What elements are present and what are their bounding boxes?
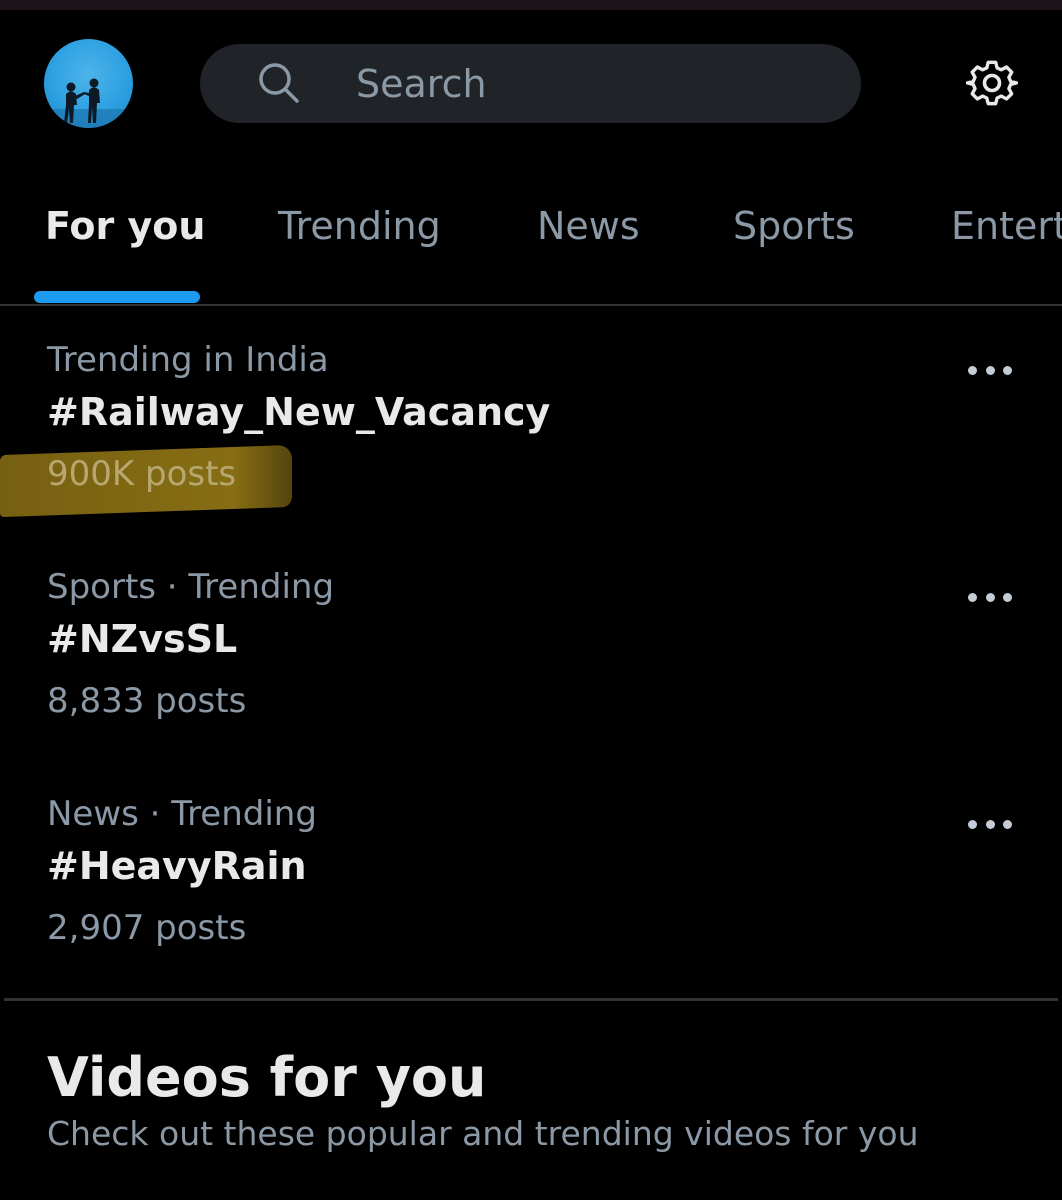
- trend-post-count: 900K posts: [47, 454, 237, 494]
- section-divider: [4, 998, 1058, 1001]
- gear-icon[interactable]: [966, 57, 1018, 109]
- trend-item[interactable]: Trending in India #Railway_New_Vacancy 9…: [0, 340, 1062, 560]
- trend-context: Sports · Trending: [47, 567, 335, 607]
- trend-post-count: 2,907 posts: [47, 908, 247, 948]
- trend-title: #Railway_New_Vacancy: [47, 390, 551, 434]
- more-horizontal-icon[interactable]: [962, 806, 1018, 842]
- tab-entertainment[interactable]: Entert: [951, 204, 1062, 248]
- more-horizontal-icon[interactable]: [962, 579, 1018, 615]
- search-icon: [259, 63, 299, 103]
- trend-post-count: 8,833 posts: [47, 681, 247, 721]
- tabs-divider: [0, 304, 1062, 306]
- search-input[interactable]: [356, 44, 836, 123]
- trend-title: #NZvsSL: [47, 617, 238, 661]
- tab-for-you[interactable]: For you: [45, 204, 205, 248]
- top-strip: [0, 0, 1062, 10]
- active-tab-indicator: [34, 291, 200, 303]
- section-subtitle: Check out these popular and trending vid…: [47, 1114, 919, 1153]
- avatar-silhouette-image: [44, 78, 133, 128]
- trend-title: #HeavyRain: [47, 844, 307, 888]
- section-heading: Videos for you: [47, 1046, 487, 1109]
- profile-avatar[interactable]: [44, 39, 133, 128]
- tab-sports[interactable]: Sports: [733, 204, 855, 248]
- search-bar[interactable]: [200, 44, 861, 123]
- more-horizontal-icon[interactable]: [962, 352, 1018, 388]
- trend-item[interactable]: News · Trending #HeavyRain 2,907 posts: [0, 794, 1062, 1014]
- tab-bar: For you Trending News Sports Entert: [0, 180, 1062, 305]
- tab-news[interactable]: News: [537, 204, 640, 248]
- tab-trending[interactable]: Trending: [278, 204, 441, 248]
- trend-context: News · Trending: [47, 794, 317, 834]
- trend-context: Trending in India: [47, 340, 329, 380]
- trend-item[interactable]: Sports · Trending #NZvsSL 8,833 posts: [0, 567, 1062, 787]
